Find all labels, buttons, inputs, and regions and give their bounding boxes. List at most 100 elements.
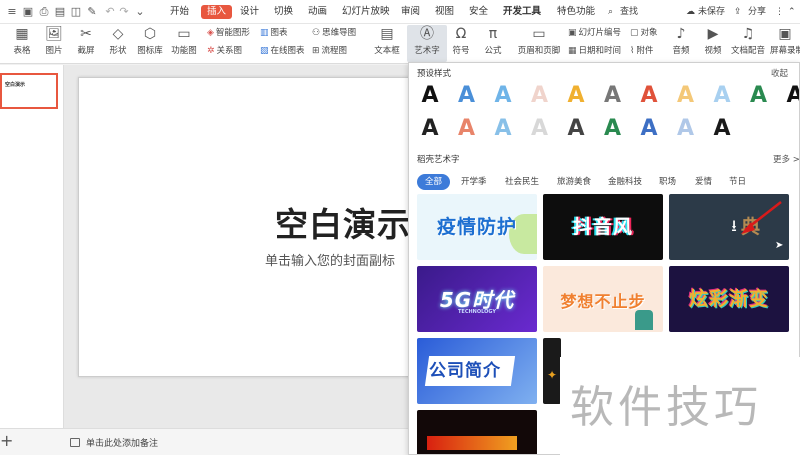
menu-icon[interactable]: ≡ <box>6 6 18 18</box>
slide-number-icon: ▣ <box>568 28 577 38</box>
template-card-douyin[interactable]: 抖音风 <box>543 194 663 260</box>
preset-style-19[interactable]: A <box>675 116 697 142</box>
category-society[interactable]: 社会民生 <box>505 174 539 190</box>
audio-button[interactable]: ♪ 音频 <box>668 26 694 57</box>
more-link[interactable]: 更多 > <box>773 153 799 165</box>
search-icon[interactable]: ⌕ <box>608 6 613 18</box>
tab-slideshow[interactable]: 幻灯片放映 <box>342 6 390 18</box>
category-love[interactable]: 爱情 <box>695 174 712 190</box>
share-button[interactable]: 分享 <box>748 6 766 18</box>
preset-style-2[interactable]: A <box>456 83 478 109</box>
category-all[interactable]: 全部 <box>417 174 451 190</box>
collapse-link[interactable]: 收起 <box>771 67 788 79</box>
preset-style-7[interactable]: A <box>638 83 660 109</box>
mindmap-button[interactable]: ⚇ 思维导图 <box>312 28 356 39</box>
object-button[interactable]: ▢ 对象 <box>630 28 658 39</box>
undo-icon[interactable]: ↶ <box>104 6 116 18</box>
audio-icon: ♪ <box>676 26 686 42</box>
category-finance[interactable]: 金融科技 <box>608 174 642 190</box>
notes-placeholder[interactable]: 单击此处添加备注 <box>70 436 158 449</box>
preset-style-10[interactable]: A <box>748 83 770 109</box>
category-workplace[interactable]: 职场 <box>659 174 676 190</box>
template-card-gradient[interactable]: 炫彩渐变 <box>669 266 789 332</box>
slide-title[interactable]: 空白演示 <box>275 198 411 246</box>
attachment-button[interactable]: ⌇ 附件 <box>630 46 653 57</box>
online-chart-button[interactable]: ▧ 在线图表 <box>260 46 305 57</box>
template-card-dream[interactable]: 梦想不止步 <box>543 266 663 332</box>
slide-number-button[interactable]: ▣ 幻灯片编号 <box>568 28 621 39</box>
preset-style-15[interactable]: A <box>529 116 551 142</box>
preset-style-4[interactable]: A <box>529 83 551 109</box>
preset-style-11[interactable]: A <box>784 83 799 109</box>
more-icon[interactable]: ⋮ <box>775 6 784 18</box>
preset-style-6[interactable]: A <box>602 83 624 109</box>
print-icon[interactable]: ⎙ <box>38 6 50 18</box>
tab-animations[interactable]: 动画 <box>308 6 327 18</box>
preset-style-1[interactable]: A <box>419 83 441 109</box>
function-chart-button[interactable]: ▭ 功能图 <box>168 26 200 57</box>
template-card-bottom[interactable] <box>417 410 537 454</box>
textbox-button[interactable]: ▤ 文本框 <box>370 26 404 57</box>
template-card-5g[interactable]: 5G时代 TECHNOLOGY <box>417 266 537 332</box>
preset-style-13[interactable]: A <box>456 116 478 142</box>
add-slide-button[interactable]: + <box>0 431 13 450</box>
preset-style-9[interactable]: A <box>711 83 733 109</box>
header-footer-button[interactable]: ▭ 页眉和页脚 <box>516 26 562 57</box>
share-icon[interactable]: ⇪ <box>734 6 742 18</box>
template-card-epidemic[interactable]: 疫情防护 <box>417 194 537 260</box>
search-button[interactable]: 查找 <box>620 6 638 18</box>
picture-button[interactable]: 🖼 图片 <box>40 26 68 57</box>
wordart-button[interactable]: Ⓐ 艺术字 <box>408 26 446 57</box>
template-card-partial[interactable]: ✦ <box>543 338 561 404</box>
video-button[interactable]: ▶ 视频 <box>700 26 726 57</box>
tab-insert[interactable]: 插入 <box>201 5 233 19</box>
tab-home[interactable]: 开始 <box>170 6 189 18</box>
flowchart-button[interactable]: ⊞ 流程图 <box>312 46 347 57</box>
voiceover-button[interactable]: ♫ 文档配音 <box>730 26 766 57</box>
template-card-classic[interactable]: 典 ⭳ ➤ <box>669 194 789 260</box>
export-pdf-icon[interactable]: ▤ <box>54 6 66 18</box>
tab-view[interactable]: 视图 <box>435 6 454 18</box>
preset-style-14[interactable]: A <box>492 116 514 142</box>
preset-style-20[interactable]: A <box>711 116 733 142</box>
category-travel[interactable]: 旅游美食 <box>557 174 591 190</box>
tab-review[interactable]: 审阅 <box>401 6 420 18</box>
shape-button[interactable]: ◇ 形状 <box>104 26 132 57</box>
icon-library-button[interactable]: ⬡ 图标库 <box>136 26 164 57</box>
smart-shape-button[interactable]: ◈ 智能图形 <box>207 28 250 39</box>
preset-style-16[interactable]: A <box>565 116 587 142</box>
print-preview-icon[interactable]: ◫ <box>70 6 82 18</box>
chart-button[interactable]: ▥ 图表 <box>260 28 288 39</box>
format-painter-icon[interactable]: ✎ <box>86 6 98 18</box>
relation-chart-button[interactable]: ✲ 关系图 <box>207 46 242 57</box>
screenshot-button[interactable]: ✂ 截屏 <box>72 26 100 57</box>
redo-icon[interactable]: ↷ <box>118 6 130 18</box>
function-chart-icon: ▭ <box>177 26 191 42</box>
slide[interactable]: 空白演示 单击输入您的封面副标 <box>78 77 418 377</box>
formula-button[interactable]: π 公式 <box>480 26 506 57</box>
preset-style-5[interactable]: A <box>565 83 587 109</box>
tab-developer[interactable]: 开发工具 <box>503 6 541 18</box>
tab-features[interactable]: 特色功能 <box>557 6 595 18</box>
tab-security[interactable]: 安全 <box>469 6 488 18</box>
slide-thumbnail[interactable]: 空白演示 <box>0 73 58 109</box>
category-festival[interactable]: 节日 <box>729 174 746 190</box>
template-card-company[interactable]: 公司简介 <box>417 338 537 404</box>
preset-style-8[interactable]: A <box>675 83 697 109</box>
preset-style-17[interactable]: A <box>602 116 624 142</box>
screen-record-button[interactable]: ▣ 屏幕录制 <box>770 26 800 57</box>
chevron-down-icon[interactable]: ⌄ <box>134 6 146 18</box>
symbol-button[interactable]: Ω 符号 <box>448 26 474 57</box>
save-icon[interactable]: ▣ <box>22 6 34 18</box>
category-school[interactable]: 开学季 <box>461 174 487 190</box>
preset-style-18[interactable]: A <box>638 116 660 142</box>
tab-transitions[interactable]: 切换 <box>274 6 293 18</box>
tab-design[interactable]: 设计 <box>240 6 259 18</box>
datetime-button[interactable]: ▦ 日期和时间 <box>568 46 621 57</box>
collapse-ribbon-icon[interactable]: ⌃ <box>788 6 796 18</box>
preset-style-12[interactable]: A <box>419 116 441 142</box>
slide-subtitle[interactable]: 单击输入您的封面副标 <box>265 250 395 269</box>
table-button[interactable]: ▦ 表格 <box>8 26 36 57</box>
unsaved-status[interactable]: 未保存 <box>698 6 725 18</box>
preset-style-3[interactable]: A <box>492 83 514 109</box>
